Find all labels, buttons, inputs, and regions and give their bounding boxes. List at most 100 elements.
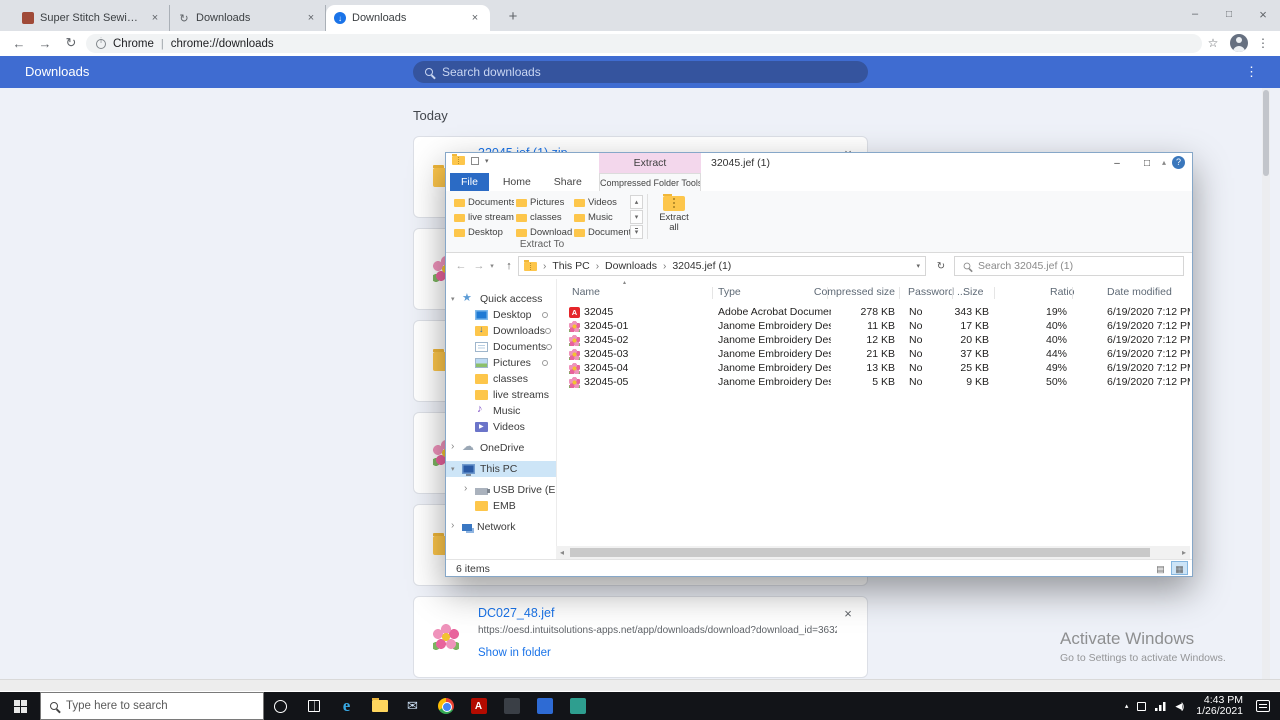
nav-item[interactable]: Quick access bbox=[446, 291, 556, 307]
file-row[interactable]: 32045 Adobe Acrobat Document 278 KB No 3… bbox=[569, 305, 1190, 319]
gallery-down-icon[interactable] bbox=[630, 210, 643, 224]
taskbar-app-button[interactable] bbox=[330, 692, 363, 720]
page-info-icon[interactable] bbox=[96, 39, 106, 49]
qat-button-icon[interactable] bbox=[471, 157, 479, 165]
explorer-back-icon[interactable] bbox=[452, 257, 470, 275]
gallery-up-icon[interactable] bbox=[630, 195, 643, 209]
new-tab-button[interactable] bbox=[502, 5, 524, 27]
file-row[interactable]: 32045-03 Janome Embroidery Design 21 KB … bbox=[569, 347, 1190, 361]
extract-all-button[interactable]: Extract all bbox=[651, 193, 697, 250]
downloads-search-box[interactable] bbox=[413, 61, 868, 83]
gallery-more-icon[interactable] bbox=[630, 225, 643, 239]
file-row[interactable]: 32045-01 Janome Embroidery Design 11 KB … bbox=[569, 319, 1190, 333]
nav-item[interactable]: OneDrive bbox=[446, 440, 556, 456]
extract-destination-item[interactable]: Videos bbox=[574, 195, 630, 210]
address-dropdown-icon[interactable] bbox=[916, 262, 920, 270]
page-scrollbar[interactable] bbox=[1262, 88, 1270, 679]
browser-menu-icon[interactable] bbox=[1254, 34, 1272, 52]
nav-item[interactable]: This PC bbox=[446, 461, 556, 477]
nav-item[interactable]: Documents bbox=[446, 339, 556, 355]
cortana-button[interactable] bbox=[264, 692, 297, 720]
browser-maximize-button[interactable] bbox=[1212, 0, 1246, 28]
reload-icon[interactable] bbox=[62, 34, 80, 52]
extract-destination-item[interactable]: Music bbox=[574, 210, 630, 225]
tab-close-icon[interactable] bbox=[304, 11, 318, 25]
column-divider[interactable] bbox=[899, 287, 900, 299]
bookmark-star-icon[interactable] bbox=[1204, 34, 1222, 52]
nav-item[interactable]: USB Drive (E:) bbox=[446, 482, 556, 498]
taskbar-app-button[interactable] bbox=[495, 692, 528, 720]
network-icon[interactable] bbox=[1155, 702, 1166, 711]
download-file-link[interactable]: DC027_48.jef bbox=[478, 606, 837, 620]
forward-icon[interactable] bbox=[36, 34, 54, 52]
nav-item[interactable]: Downloads bbox=[446, 323, 556, 339]
back-icon[interactable] bbox=[10, 34, 28, 52]
downloads-menu-icon[interactable] bbox=[1245, 64, 1258, 80]
extract-destination-item[interactable]: Documents bbox=[454, 195, 514, 210]
nav-item[interactable]: Videos bbox=[446, 419, 556, 435]
column-divider[interactable] bbox=[994, 287, 995, 299]
taskbar-app-button[interactable] bbox=[561, 692, 594, 720]
extract-destination-item[interactable]: Downloads bbox=[516, 225, 572, 240]
browser-tab[interactable]: Downloads bbox=[326, 5, 490, 31]
nav-item[interactable]: Music bbox=[446, 403, 556, 419]
ribbon-tab[interactable]: Compressed Folder Tools bbox=[599, 173, 701, 191]
browser-tab[interactable]: Downloads bbox=[170, 5, 326, 31]
ribbon-tab[interactable]: Home bbox=[494, 173, 540, 191]
recent-locations-icon[interactable] bbox=[486, 257, 498, 275]
explorer-search-box[interactable] bbox=[954, 256, 1184, 276]
column-header-date-modified[interactable]: Date modified bbox=[1107, 286, 1172, 298]
taskbar-app-button[interactable] bbox=[396, 692, 429, 720]
refresh-icon[interactable] bbox=[932, 257, 950, 275]
browser-minimize-button[interactable] bbox=[1178, 0, 1212, 28]
details-view-button[interactable] bbox=[1152, 561, 1169, 575]
column-header-name[interactable]: Name bbox=[572, 286, 600, 298]
ribbon-tab[interactable]: File bbox=[450, 173, 489, 191]
taskbar-search-input[interactable] bbox=[66, 700, 254, 712]
extract-destination-item[interactable]: classes bbox=[516, 210, 572, 225]
breadcrumb-segment[interactable]: This PC bbox=[537, 260, 590, 272]
help-icon[interactable] bbox=[1172, 156, 1185, 169]
show-in-folder-link[interactable]: Show in folder bbox=[478, 647, 837, 659]
action-center-icon[interactable] bbox=[1256, 700, 1270, 712]
nav-item[interactable]: EMB bbox=[446, 498, 556, 514]
horizontal-scrollbar[interactable] bbox=[556, 546, 1190, 559]
column-divider[interactable] bbox=[952, 287, 953, 299]
breadcrumb-segment[interactable]: Downloads bbox=[590, 260, 657, 272]
remove-download-icon[interactable] bbox=[841, 606, 855, 620]
column-divider[interactable] bbox=[827, 287, 828, 299]
file-row[interactable]: 32045-05 Janome Embroidery Design 5 KB N… bbox=[569, 375, 1190, 389]
nav-item[interactable]: Desktop bbox=[446, 307, 556, 323]
icons-view-button[interactable] bbox=[1171, 561, 1188, 575]
downloads-search-input[interactable] bbox=[442, 65, 856, 79]
tab-close-icon[interactable] bbox=[468, 11, 482, 25]
collapse-ribbon-icon[interactable] bbox=[1162, 158, 1166, 167]
nav-item[interactable]: Pictures bbox=[446, 355, 556, 371]
extract-destination-item[interactable]: Pictures bbox=[516, 195, 572, 210]
qat-dropdown-icon[interactable] bbox=[485, 157, 489, 165]
start-button[interactable] bbox=[0, 692, 40, 720]
extract-destination-item[interactable]: live streams bbox=[454, 210, 514, 225]
column-divider[interactable] bbox=[712, 287, 713, 299]
scroll-right-icon[interactable] bbox=[1178, 546, 1190, 559]
taskbar-app-button[interactable] bbox=[363, 692, 396, 720]
browser-close-button[interactable] bbox=[1246, 0, 1280, 28]
taskbar-app-button[interactable] bbox=[462, 692, 495, 720]
profile-avatar[interactable] bbox=[1230, 34, 1248, 52]
scrollbar-thumb[interactable] bbox=[1263, 90, 1269, 176]
hidden-icons-chevron[interactable] bbox=[1125, 702, 1129, 710]
ribbon-tab[interactable]: Share bbox=[545, 173, 591, 191]
taskbar-clock[interactable]: 4:43 PM 1/26/2021 bbox=[1192, 695, 1247, 718]
breadcrumb-segment[interactable]: 32045.jef (1) bbox=[657, 260, 731, 272]
volume-icon[interactable] bbox=[1175, 701, 1183, 712]
nav-item[interactable]: Network bbox=[446, 519, 556, 535]
nav-item[interactable]: live streams bbox=[446, 387, 556, 403]
scroll-left-icon[interactable] bbox=[556, 546, 568, 559]
browser-tab[interactable]: Super Stitch Sewing & Vacuum bbox=[14, 5, 170, 31]
tab-close-icon[interactable] bbox=[148, 11, 162, 25]
explorer-maximize-button[interactable] bbox=[1132, 153, 1162, 173]
column-header-size[interactable]: Size bbox=[963, 286, 983, 298]
taskbar-app-button[interactable] bbox=[429, 692, 462, 720]
taskbar-search-box[interactable] bbox=[40, 692, 264, 720]
file-row[interactable]: 32045-04 Janome Embroidery Design 13 KB … bbox=[569, 361, 1190, 375]
